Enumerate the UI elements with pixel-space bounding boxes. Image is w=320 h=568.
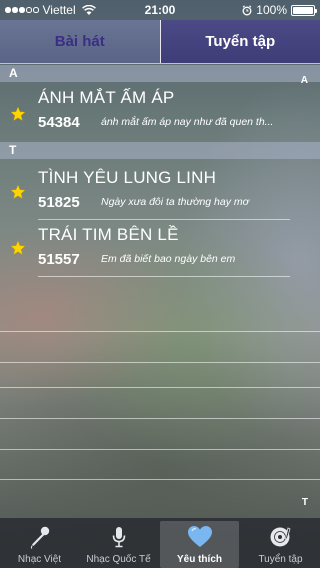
empty-row-divider [0, 387, 320, 388]
status-bar: Viettel 21:00 100% [0, 0, 320, 20]
empty-row-divider [0, 449, 320, 450]
section-header-a: A [0, 65, 320, 82]
microphone-icon [106, 524, 132, 550]
tab-label: Nhạc Quốc Tế [86, 554, 151, 565]
bottom-tab-bar: Nhạc Việt Nhạc Quốc Tế Yêu thích Tuyển t… [0, 518, 320, 568]
tab-nhac-viet[interactable]: Nhạc Việt [0, 518, 79, 568]
status-right: 100% [242, 3, 317, 17]
tab-tuyen-tap-bottom[interactable]: Tuyển tập [241, 518, 320, 568]
star-icon[interactable] [10, 240, 26, 256]
microphone-icon [27, 524, 53, 550]
song-title: ÁNH MẮT ẤM ÁP [38, 88, 175, 107]
tab-nhac-quoc-te[interactable]: Nhạc Quốc Tế [79, 518, 158, 568]
tab-tuyen-tap[interactable]: Tuyển tập [160, 20, 320, 63]
row-divider [38, 276, 290, 277]
song-row[interactable]: TÌNH YÊU LUNG LINH 51825 Ngày xưa đôi ta… [0, 163, 320, 220]
song-row[interactable]: TRÁI TIM BÊN LỀ 51557 Em đã biết bao ngà… [0, 220, 320, 277]
tab-yeu-thich[interactable]: Yêu thích [160, 521, 239, 568]
song-code: 54384 [38, 114, 80, 131]
battery-fill [293, 6, 313, 14]
song-title: TRÁI TIM BÊN LỀ [38, 225, 179, 244]
song-title: TÌNH YÊU LUNG LINH [38, 168, 217, 187]
song-code: 51825 [38, 194, 80, 211]
battery-percent: 100% [256, 3, 287, 17]
tab-label: Yêu thích [176, 554, 222, 565]
section-index-t[interactable]: T [302, 497, 308, 508]
empty-row-divider [0, 362, 320, 363]
battery-icon [291, 4, 317, 16]
song-lyric: ánh mắt ấm áp nay như đã quen th... [101, 116, 274, 128]
alarm-clock-icon [242, 4, 252, 15]
segment-control: Bài hát Tuyển tập [0, 20, 320, 64]
heart-icon [187, 524, 213, 550]
section-header-t: T [0, 142, 320, 159]
star-icon[interactable] [10, 106, 26, 122]
tab-label: Tuyển tập [258, 554, 303, 565]
empty-row-divider [0, 331, 320, 332]
tab-bai-hat[interactable]: Bài hát [0, 20, 161, 63]
empty-row-divider [0, 479, 320, 480]
star-icon[interactable] [10, 184, 26, 200]
empty-row-divider [0, 418, 320, 419]
song-lyric: Ngày xưa đôi ta thường hay mơ [101, 196, 249, 208]
song-lyric: Em đã biết bao ngày bên em [101, 253, 236, 265]
section-index-a[interactable]: A [301, 75, 308, 86]
tab-label: Nhạc Việt [17, 554, 62, 565]
song-row[interactable]: ÁNH MẮT ẤM ÁP 54384 ánh mắt ấm áp nay nh… [0, 83, 320, 140]
song-code: 51557 [38, 251, 80, 268]
disc-icon [268, 524, 294, 550]
